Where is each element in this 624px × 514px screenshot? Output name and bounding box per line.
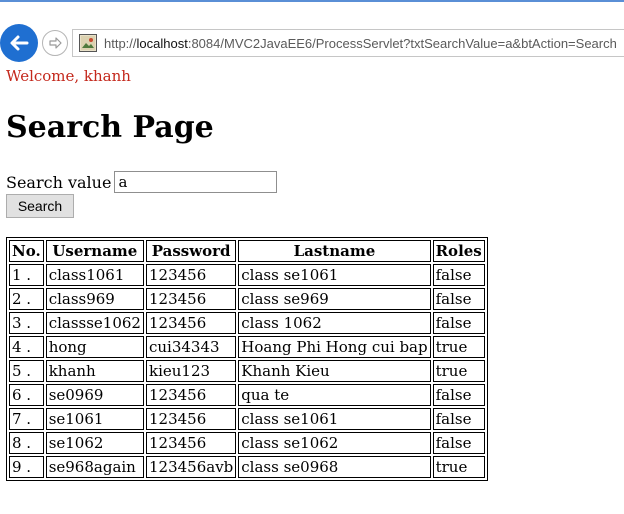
search-label: Search value bbox=[6, 172, 112, 192]
welcome-message: Welcome, khanh bbox=[6, 67, 131, 85]
cell-username: classse1062 bbox=[45, 312, 144, 334]
arrow-left-icon bbox=[10, 35, 29, 51]
cell-username: hong bbox=[45, 336, 144, 358]
cell-lastname: class se0968 bbox=[238, 456, 431, 478]
cell-no: 7 . bbox=[9, 408, 44, 430]
cell-no: 3 . bbox=[9, 312, 44, 334]
url-text[interactable]: http://localhost:8084/MVC2JavaEE6/Proces… bbox=[104, 36, 617, 51]
table-row: 8 . se1062 123456 class se1062 false bbox=[9, 432, 485, 454]
column-header-lastname: Lastname bbox=[238, 240, 431, 262]
table-row: 6 . se0969 123456 qua te false bbox=[9, 384, 485, 406]
cell-username: se1062 bbox=[45, 432, 144, 454]
table-body: 1 . class1061 123456 class se1061 false 2 . cl… bbox=[9, 264, 485, 478]
column-header-username: Username bbox=[45, 240, 144, 262]
table-header-row: No. Username Password Lastname Roles bbox=[9, 240, 485, 262]
table-row: 5 . khanh kieu123 Khanh Kieu true bbox=[9, 360, 485, 382]
address-bar[interactable]: http://localhost:8084/MVC2JavaEE6/Proces… bbox=[72, 29, 624, 57]
page-title: Search Page bbox=[6, 110, 214, 145]
cell-username: se1061 bbox=[45, 408, 144, 430]
cell-username: class1061 bbox=[45, 264, 144, 286]
table-row: 9 . se968again 123456avb class se0968 true bbox=[9, 456, 485, 478]
results-table: No. Username Password Lastname Roles 1 .… bbox=[6, 237, 488, 481]
search-button[interactable]: Search bbox=[6, 194, 74, 218]
cell-roles: true bbox=[432, 336, 485, 358]
cell-roles: false bbox=[432, 312, 485, 334]
cell-no: 8 . bbox=[9, 432, 44, 454]
cell-lastname: class se969 bbox=[238, 288, 431, 310]
forward-button[interactable] bbox=[42, 30, 68, 56]
cell-no: 1 . bbox=[9, 264, 44, 286]
table-row: 7 . se1061 123456 class se1061 false bbox=[9, 408, 485, 430]
cell-username: se0969 bbox=[45, 384, 144, 406]
cell-password: 123456avb bbox=[145, 456, 237, 478]
table-row: 4 . hong cui34343 Hoang Phi Hong cui bap tru… bbox=[9, 336, 485, 358]
cell-no: 2 . bbox=[9, 288, 44, 310]
browser-toolbar: http://localhost:8084/MVC2JavaEE6/Proces… bbox=[0, 2, 624, 62]
cell-no: 4 . bbox=[9, 336, 44, 358]
cell-password: 123456 bbox=[145, 408, 237, 430]
cell-roles: false bbox=[432, 384, 485, 406]
cell-roles: true bbox=[432, 360, 485, 382]
search-form-row: Search value bbox=[6, 171, 278, 193]
cell-roles: false bbox=[432, 408, 485, 430]
column-header-no: No. bbox=[9, 240, 44, 262]
table-row: 1 . class1061 123456 class se1061 false bbox=[9, 264, 485, 286]
cell-lastname: class se1062 bbox=[238, 432, 431, 454]
cell-lastname: Khanh Kieu bbox=[238, 360, 431, 382]
cell-roles: true bbox=[432, 456, 485, 478]
cell-lastname: class se1061 bbox=[238, 408, 431, 430]
cell-no: 6 . bbox=[9, 384, 44, 406]
column-header-roles: Roles bbox=[432, 240, 485, 262]
cell-username: se968again bbox=[45, 456, 144, 478]
cell-lastname: Hoang Phi Hong cui bap bbox=[238, 336, 431, 358]
cell-password: 123456 bbox=[145, 288, 237, 310]
table-row: 2 . class969 123456 class se969 false bbox=[9, 288, 485, 310]
table-row: 3 . classse1062 123456 class 1062 false bbox=[9, 312, 485, 334]
cell-lastname: class 1062 bbox=[238, 312, 431, 334]
cell-roles: false bbox=[432, 432, 485, 454]
cell-roles: false bbox=[432, 288, 485, 310]
arrow-right-icon bbox=[49, 37, 62, 49]
cell-password: 123456 bbox=[145, 432, 237, 454]
page-favicon-icon bbox=[79, 34, 97, 52]
cell-lastname: class se1061 bbox=[238, 264, 431, 286]
cell-password: kieu123 bbox=[145, 360, 237, 382]
cell-password: 123456 bbox=[145, 312, 237, 334]
back-button[interactable] bbox=[0, 24, 38, 62]
cell-lastname: qua te bbox=[238, 384, 431, 406]
cell-username: class969 bbox=[45, 288, 144, 310]
cell-password: 123456 bbox=[145, 264, 237, 286]
search-input[interactable] bbox=[114, 171, 278, 193]
column-header-password: Password bbox=[145, 240, 237, 262]
cell-no: 9 . bbox=[9, 456, 44, 478]
cell-username: khanh bbox=[45, 360, 144, 382]
cell-password: 123456 bbox=[145, 384, 237, 406]
cell-password: cui34343 bbox=[145, 336, 237, 358]
cell-no: 5 . bbox=[9, 360, 44, 382]
cell-roles: false bbox=[432, 264, 485, 286]
